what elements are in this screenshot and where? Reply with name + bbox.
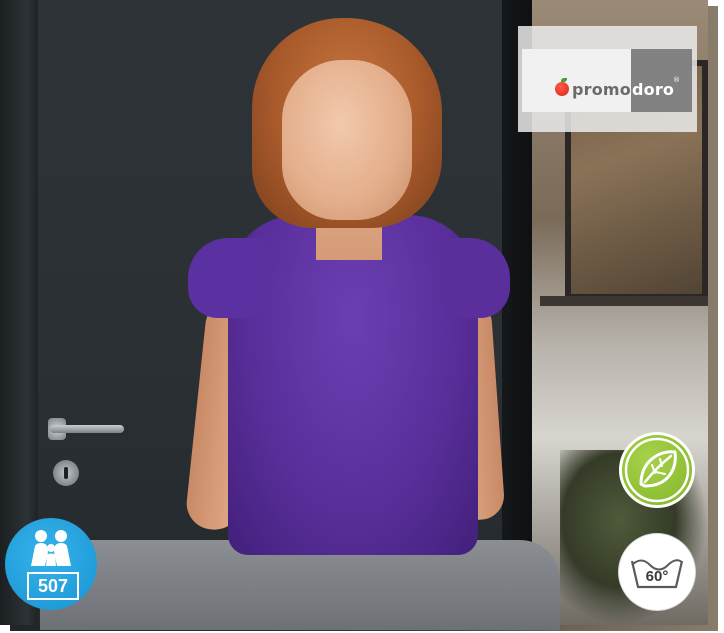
window-sill xyxy=(540,296,708,306)
tshirt-sleeve-right xyxy=(440,238,510,318)
keyhole xyxy=(53,460,79,486)
wash-badge: 60° xyxy=(619,534,695,610)
model-face xyxy=(282,60,412,220)
people-badge: 507 xyxy=(5,518,97,610)
wash-temperature: 60° xyxy=(645,568,669,585)
family-icon xyxy=(31,530,71,566)
people-count: 507 xyxy=(27,572,79,600)
eco-badge xyxy=(619,432,695,508)
registered-mark: ® xyxy=(673,76,680,84)
brand-name-part1: promo xyxy=(572,80,631,99)
door-handle xyxy=(50,425,124,433)
leaf-icon xyxy=(624,437,690,503)
brand-name-part2: doro xyxy=(632,80,675,99)
tomato-icon xyxy=(555,78,569,96)
tshirt-sleeve-left xyxy=(188,238,268,318)
